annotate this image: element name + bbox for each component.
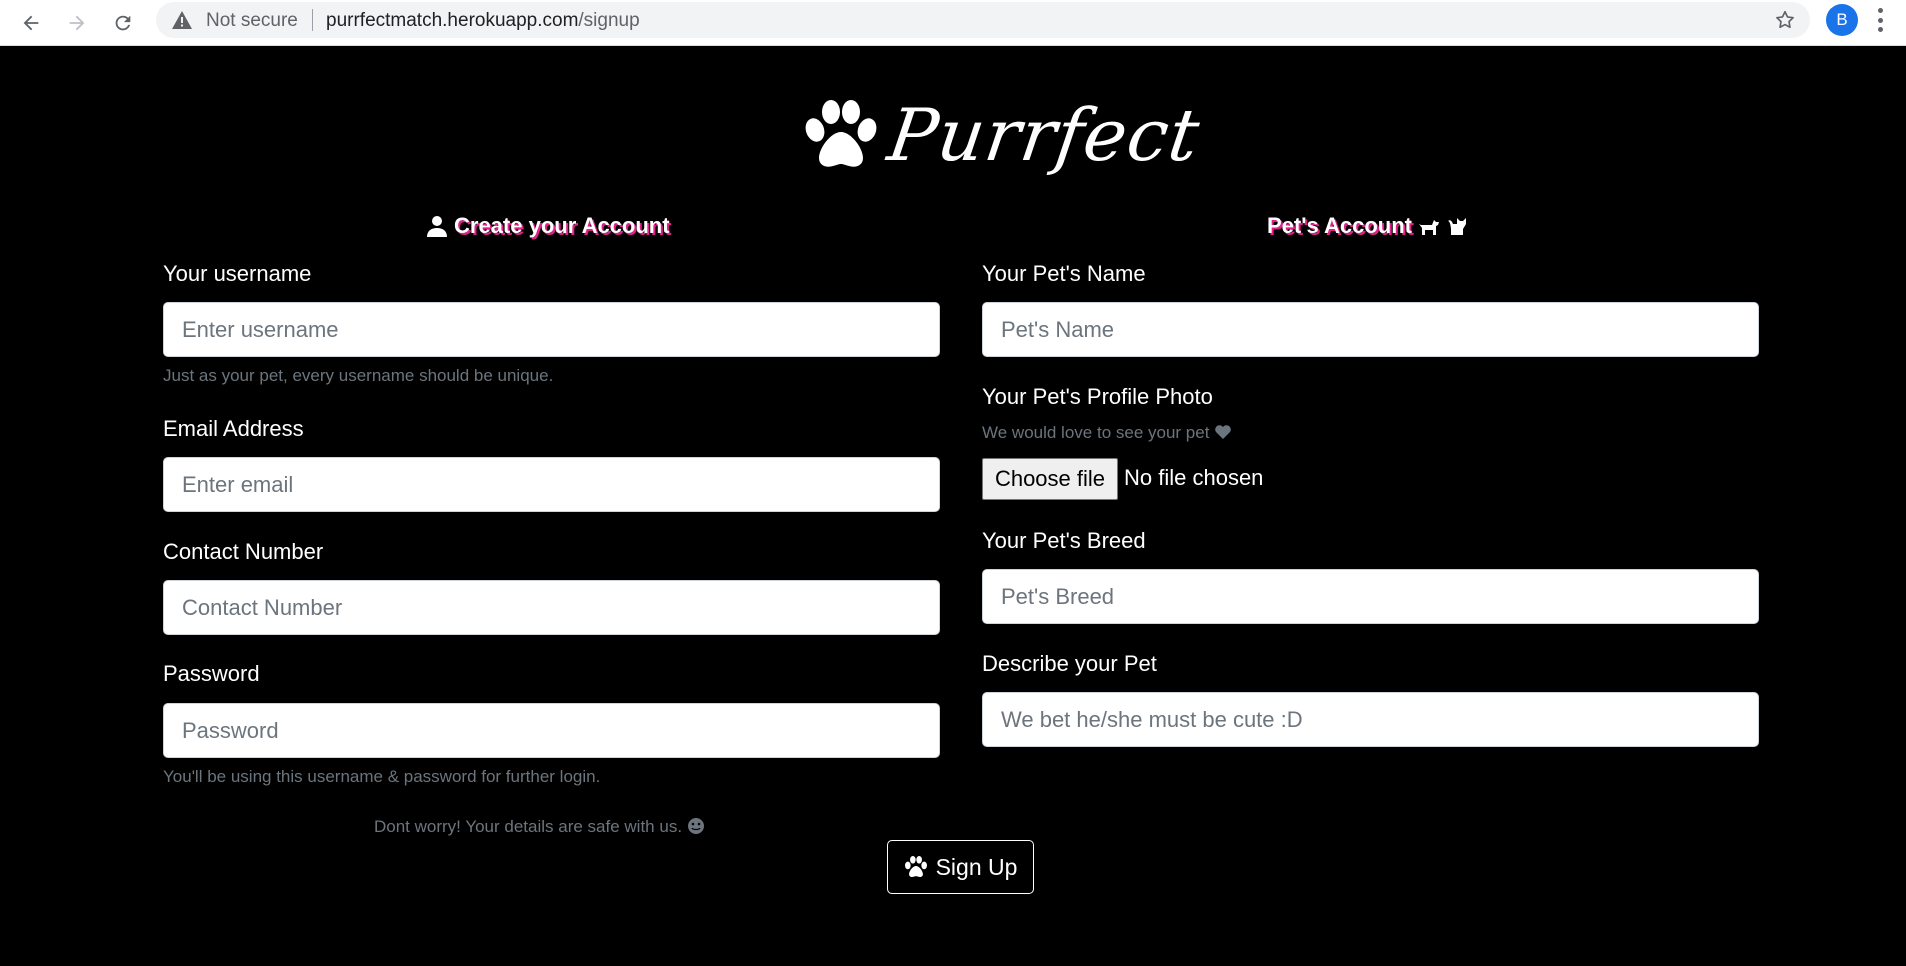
pet-describe-label: Describe your Pet: [982, 651, 1157, 676]
username-input[interactable]: [163, 302, 940, 357]
pet-name-input[interactable]: [982, 302, 1759, 357]
reload-icon: [115, 15, 131, 31]
pet-heading-text: Pet's Account: [1267, 213, 1412, 238]
site-logo[interactable]: Purrfect: [803, 87, 1205, 183]
email-input[interactable]: [163, 457, 940, 512]
contact-label: Contact Number: [163, 539, 324, 564]
account-heading: Create your Account: [426, 213, 670, 239]
pet-photo-help-text: We would love to see your pet: [982, 423, 1210, 442]
password-label: Password: [163, 661, 260, 686]
username-label: Your username: [163, 261, 312, 286]
security-label: Not secure: [206, 10, 298, 31]
pet-breed-label: Your Pet's Breed: [982, 528, 1146, 553]
arrow-left-icon: [23, 15, 39, 31]
url-path: /signup: [578, 10, 640, 31]
pet-photo-label: Your Pet's Profile Photo: [982, 384, 1213, 409]
sign-up-button[interactable]: Sign Up: [887, 840, 1034, 894]
reload-button[interactable]: [104, 4, 142, 42]
pet-heading: Pet's Account: [1267, 213, 1468, 239]
forward-button[interactable]: [58, 4, 96, 42]
cat-icon: [1448, 218, 1466, 235]
address-bar[interactable]: Not secure purrfectmatch.herokuapp.com/s…: [156, 2, 1810, 38]
pet-breed-input[interactable]: [982, 569, 1759, 624]
username-help: Just as your pet, every username should …: [163, 366, 554, 385]
pet-name-label: Your Pet's Name: [982, 261, 1146, 286]
file-status: No file chosen: [1124, 465, 1264, 490]
contact-input[interactable]: [163, 580, 940, 635]
arrow-right-icon: [69, 15, 85, 31]
url-text: purrfectmatch.herokuapp.com/signup: [326, 10, 640, 32]
back-button[interactable]: [12, 4, 50, 42]
profile-avatar[interactable]: B: [1826, 4, 1858, 36]
dog-icon: [1419, 220, 1439, 235]
signup-page: Purrfect Create your Account Your userna…: [0, 47, 1906, 966]
safe-note-text: Dont worry! Your details are safe with u…: [374, 817, 683, 836]
browser-toolbar: Not secure purrfectmatch.herokuapp.com/s…: [0, 0, 1906, 46]
url-host: purrfectmatch.herokuapp.com: [326, 10, 579, 31]
logo-text: Purrfect: [883, 93, 1206, 177]
heart-icon: [1215, 425, 1231, 439]
choose-file-button[interactable]: Choose file: [982, 458, 1118, 500]
sign-up-label: Sign Up: [935, 853, 1018, 880]
browser-menu-icon[interactable]: [1876, 8, 1884, 32]
email-label: Email Address: [163, 416, 304, 441]
user-icon: [427, 216, 447, 237]
pet-describe-input[interactable]: [982, 692, 1759, 747]
smiley-icon: [687, 818, 704, 834]
paw-icon: [805, 100, 877, 167]
warning-icon: [172, 11, 192, 29]
account-heading-text: Create your Account: [454, 213, 670, 238]
bookmark-star-icon[interactable]: [1774, 9, 1796, 31]
omnibox-divider: [312, 9, 313, 31]
password-input[interactable]: [163, 703, 940, 758]
password-help: You'll be using this username & password…: [163, 767, 601, 786]
pet-photo-help: We would love to see your pet: [982, 423, 1232, 443]
paw-icon: [904, 856, 927, 877]
safe-note: Dont worry! Your details are safe with u…: [374, 817, 705, 837]
